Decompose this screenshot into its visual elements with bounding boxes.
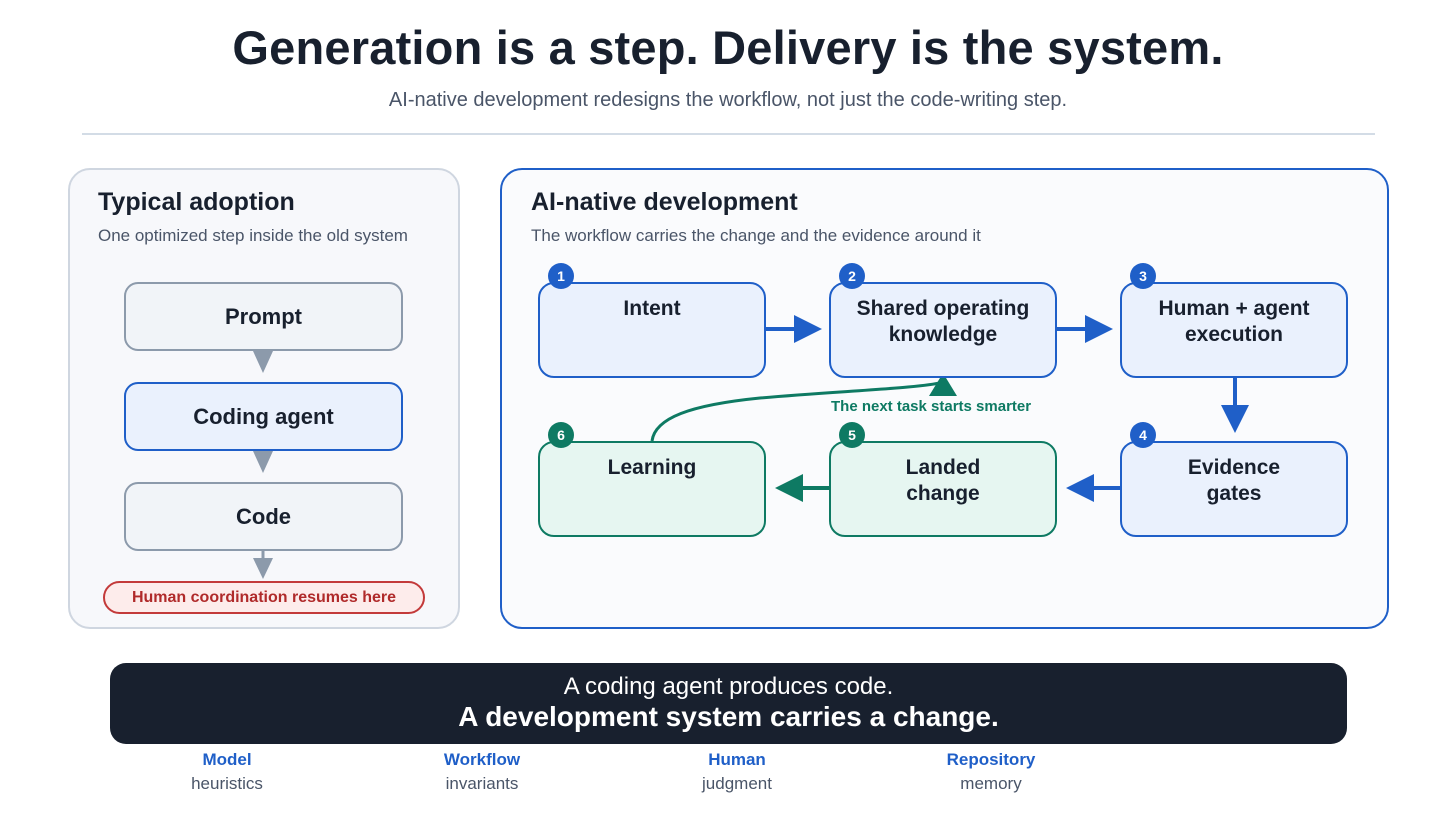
footer-item-model: Model heuristics xyxy=(191,750,263,793)
step-badge-5: 5 xyxy=(839,422,865,448)
node-shared-operating-knowledge: Shared operating knowledge xyxy=(829,282,1057,378)
summary-banner: A coding agent produces code. A developm… xyxy=(110,663,1347,744)
step-badge-3: 3 xyxy=(1130,263,1156,289)
step-badge-6: 6 xyxy=(548,422,574,448)
arrow-2-3 xyxy=(1085,315,1113,343)
step-badge-2: 2 xyxy=(839,263,865,289)
arrow-1-2 xyxy=(794,315,822,343)
footer-item-workflow: Workflow invariants xyxy=(443,750,521,793)
arrow-3-4 xyxy=(1221,405,1249,433)
arrow-prompt-to-agent xyxy=(253,351,273,373)
banner-line-2: A development system carries a change. xyxy=(458,701,999,732)
arrow-4-5 xyxy=(1066,474,1094,502)
node-evidence-gates: Evidence gates xyxy=(1120,441,1348,537)
step-badge-1: 1 xyxy=(548,263,574,289)
footer-item-repository: Repository memory xyxy=(946,750,1036,793)
footer-item-human: Human judgment xyxy=(702,750,772,793)
node-human-agent-execution: Human + agent execution xyxy=(1120,282,1348,378)
arrow-code-to-callout xyxy=(253,558,273,579)
node-landed-change: Landed change xyxy=(829,441,1057,537)
node-intent: Intent xyxy=(538,282,766,378)
loop-label: The next task starts smarter xyxy=(831,398,1032,415)
step-badge-4: 4 xyxy=(1130,422,1156,448)
arrow-agent-to-code xyxy=(253,451,273,473)
node-learning: Learning xyxy=(538,441,766,537)
arrow-5-6 xyxy=(775,474,803,502)
banner-line-1: A coding agent produces code. xyxy=(563,673,894,700)
